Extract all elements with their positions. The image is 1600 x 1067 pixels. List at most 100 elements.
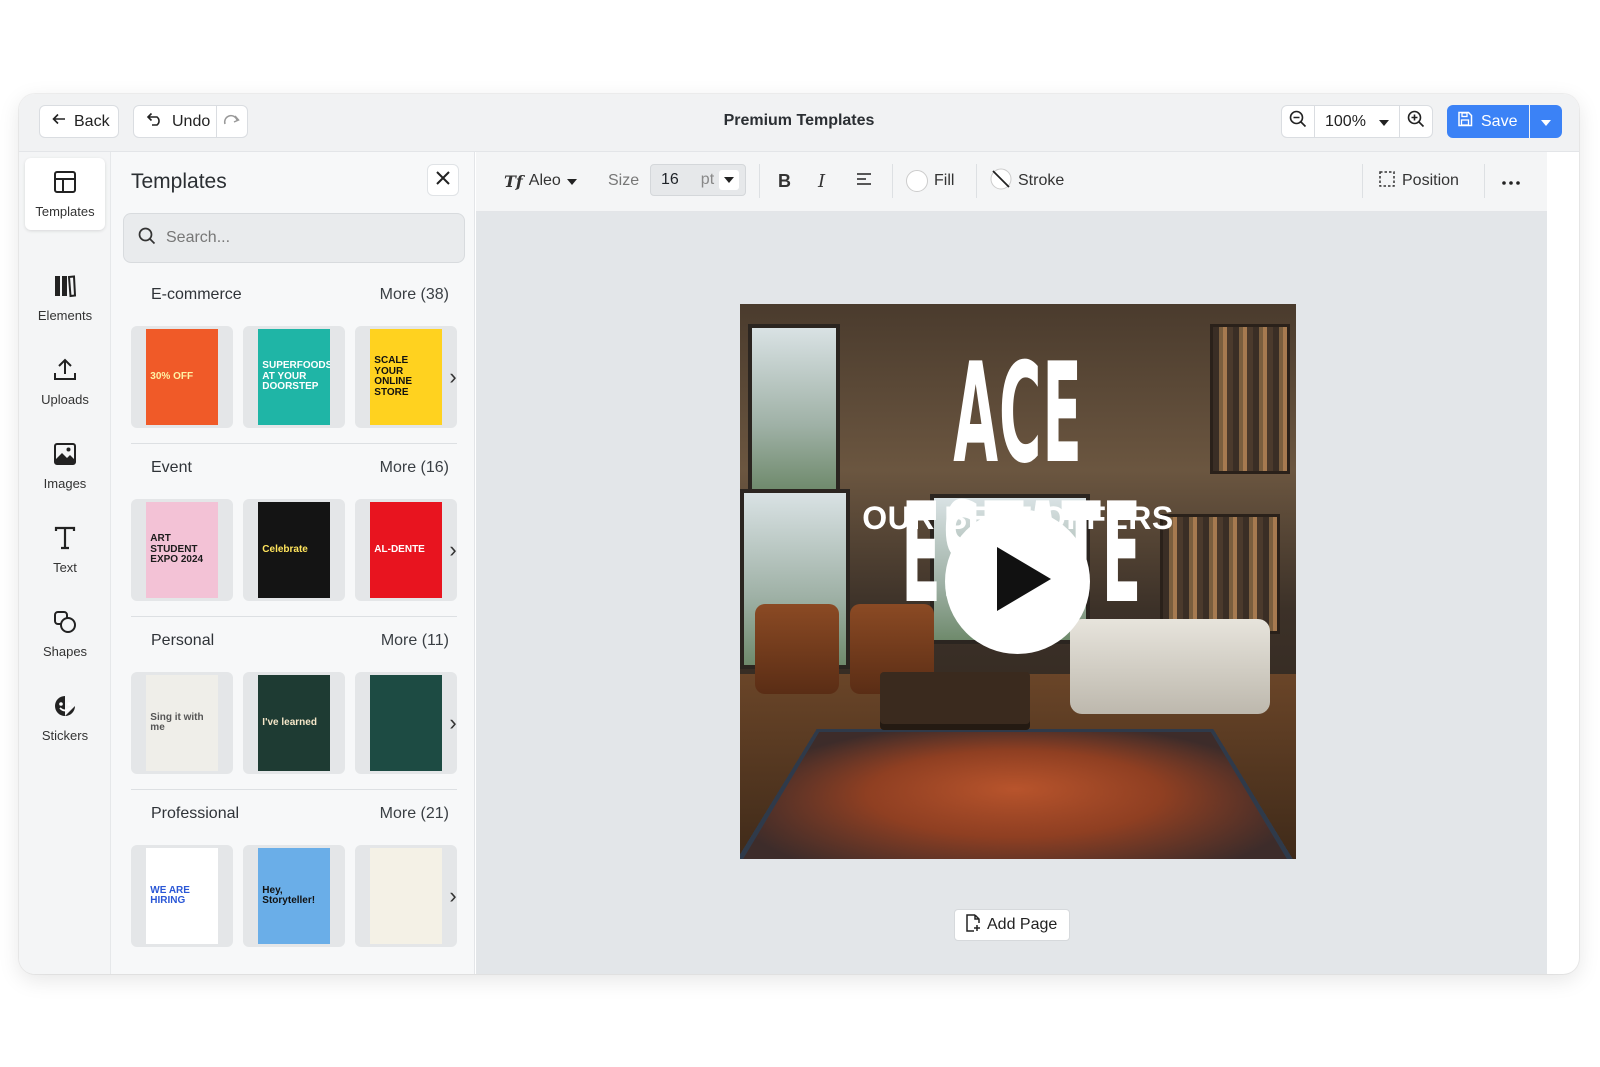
chevron-right-icon[interactable]: › [445, 535, 461, 565]
zoom-select[interactable]: 100% [1314, 105, 1400, 138]
search-icon [138, 227, 156, 250]
image-icon [52, 441, 78, 470]
template-thumbnail[interactable]: AL-DENTE [355, 499, 457, 601]
more-link[interactable]: More (11) [381, 632, 457, 658]
template-thumbnail[interactable] [355, 845, 457, 947]
rail-label-images: Images [44, 476, 87, 491]
thumbnail-art: AL-DENTE [370, 502, 441, 598]
template-row: 30% OFF SUPERFOODS AT YOUR DOORSTEP SCAL… [131, 326, 457, 430]
template-thumbnail[interactable]: I've learned [243, 672, 345, 774]
category-header: E-commerce More (38) [131, 286, 457, 312]
thumbnail-art: Celebrate [258, 502, 329, 598]
divider [976, 164, 977, 198]
more-options-button[interactable] [1502, 165, 1520, 197]
template-thumbnail[interactable]: SCALE YOUR ONLINE STORE [355, 326, 457, 428]
shapes-icon [52, 609, 78, 638]
bookshelf-image [1210, 324, 1290, 474]
template-row: Sing it with me I've learned › [131, 672, 457, 776]
position-button[interactable]: Position [1378, 165, 1459, 197]
rail-item-stickers[interactable]: Stickers [25, 682, 105, 754]
category-name: Professional [131, 805, 239, 831]
fill-label: Fill [934, 172, 954, 190]
template-thumbnail[interactable]: Hey, Storyteller! [243, 845, 345, 947]
bold-button[interactable]: B [778, 165, 791, 197]
save-options-button[interactable] [1530, 105, 1562, 138]
design-page[interactable]: ACE ESTATE OUR BEST OFFERS [740, 304, 1296, 859]
template-thumbnail[interactable]: Celebrate [243, 499, 345, 601]
rail-item-images[interactable]: Images [25, 430, 105, 502]
chevron-right-icon[interactable]: › [445, 362, 461, 392]
rail-label-uploads: Uploads [41, 392, 89, 407]
search-box [123, 213, 465, 263]
caret-down-icon [567, 172, 577, 190]
more-link[interactable]: More (38) [380, 286, 457, 312]
thumbnail-art: SCALE YOUR ONLINE STORE [370, 329, 441, 425]
divider [131, 443, 457, 444]
back-button[interactable]: Back [39, 105, 119, 138]
save-button[interactable]: Save [1447, 105, 1529, 138]
zoom-in-button[interactable] [1399, 105, 1433, 138]
search-input[interactable] [166, 229, 446, 247]
rug-image [740, 729, 1296, 859]
close-panel-button[interactable] [427, 164, 459, 196]
divider [131, 789, 457, 790]
chevron-right-icon[interactable]: › [445, 708, 461, 738]
zoom-in-icon [1407, 110, 1425, 133]
more-link[interactable]: More (16) [380, 459, 457, 485]
back-label: Back [74, 113, 110, 131]
position-label: Position [1402, 172, 1459, 190]
category-name: Event [131, 459, 192, 485]
rail-label-text: Text [53, 560, 77, 575]
rail-item-shapes[interactable]: Shapes [25, 598, 105, 670]
font-size-unit: pt [701, 171, 714, 189]
thumbnail-art: 30% OFF [146, 329, 217, 425]
sticker-icon [52, 693, 78, 722]
zoom-out-button[interactable] [1281, 105, 1315, 138]
rail-item-templates[interactable]: Templates [25, 158, 105, 230]
font-size-value: 16 [661, 171, 679, 189]
category-name: Personal [131, 632, 214, 658]
template-row: ART STUDENT EXPO 2024 Celebrate AL-DENTE… [131, 499, 457, 603]
rail-label-elements: Elements [38, 308, 92, 323]
font-size-field[interactable]: 16 pt [650, 164, 746, 196]
text-icon [52, 525, 78, 554]
fill-button[interactable]: Fill [906, 165, 954, 197]
rail-item-uploads[interactable]: Uploads [25, 346, 105, 418]
redo-button[interactable] [216, 105, 248, 138]
editor-window: Back Undo Premium Templates 100% Save Te… [19, 94, 1579, 974]
stroke-none-icon [990, 168, 1012, 195]
template-thumbnail[interactable]: WE ARE HIRING [131, 845, 233, 947]
stroke-button[interactable]: Stroke [990, 165, 1064, 197]
template-thumbnail[interactable] [355, 672, 457, 774]
caret-down-icon[interactable] [719, 170, 739, 190]
zoom-out-icon [1289, 110, 1307, 133]
align-button[interactable] [856, 165, 872, 197]
divider [892, 164, 893, 198]
top-bar: Back Undo Premium Templates 100% Save [19, 94, 1579, 152]
fill-swatch-icon [906, 170, 928, 192]
template-thumbnail[interactable]: ART STUDENT EXPO 2024 [131, 499, 233, 601]
window-image [748, 324, 840, 494]
template-thumbnail[interactable]: Sing it with me [131, 672, 233, 774]
thumbnail-art [370, 848, 441, 944]
chevron-right-icon[interactable]: › [445, 881, 461, 911]
rail-item-elements[interactable]: Elements [25, 262, 105, 334]
undo-button[interactable]: Undo [133, 105, 217, 138]
undo-icon [146, 112, 164, 131]
italic-button[interactable]: I [818, 165, 825, 197]
play-button[interactable] [945, 509, 1090, 654]
size-label: Size [608, 165, 639, 197]
rail-item-text[interactable]: Text [25, 514, 105, 586]
category-header: Event More (16) [131, 459, 457, 485]
more-link[interactable]: More (21) [380, 805, 457, 831]
add-page-button[interactable]: Add Page [954, 909, 1070, 941]
play-icon [985, 547, 1051, 616]
canvas-area: ACE ESTATE OUR BEST OFFERS Add Page [476, 212, 1547, 974]
category-header: Personal More (11) [131, 632, 457, 658]
panel-title: Templates [131, 170, 227, 194]
template-thumbnail[interactable]: SUPERFOODS AT YOUR DOORSTEP [243, 326, 345, 428]
font-select[interactable]: Tf Aleo [504, 165, 577, 197]
divider [1484, 164, 1485, 198]
category-name: E-commerce [131, 286, 242, 312]
template-thumbnail[interactable]: 30% OFF [131, 326, 233, 428]
